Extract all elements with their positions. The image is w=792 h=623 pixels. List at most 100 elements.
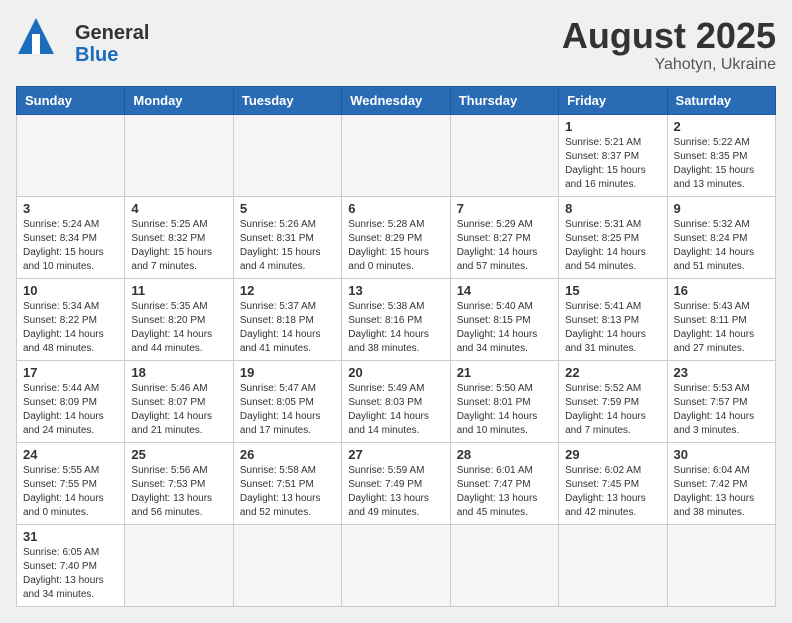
- day-info: Sunrise: 5:31 AM Sunset: 8:25 PM Dayligh…: [565, 218, 660, 274]
- day-number: 11: [131, 283, 226, 298]
- day-info: Sunrise: 5:58 AM Sunset: 7:51 PM Dayligh…: [240, 464, 335, 520]
- day-info: Sunrise: 5:28 AM Sunset: 8:29 PM Dayligh…: [348, 218, 443, 274]
- calendar-day-cell: [233, 114, 341, 196]
- day-number: 5: [240, 201, 335, 216]
- calendar-week-row: 24 Sunrise: 5:55 AM Sunset: 7:55 PM Dayli…: [17, 442, 776, 524]
- day-number: 27: [348, 447, 443, 462]
- day-number: 19: [240, 365, 335, 380]
- logo-blue-text: Blue: [75, 44, 149, 66]
- weekday-header-monday: Monday: [125, 86, 233, 114]
- calendar-week-row: 1Sunrise: 5:21 AM Sunset: 8:37 PM Daylig…: [17, 114, 776, 196]
- day-info: Sunrise: 5:25 AM Sunset: 8:32 PM Dayligh…: [131, 218, 226, 274]
- calendar-day-cell: 28Sunrise: 6:01 AM Sunset: 7:47 PM Dayli…: [450, 442, 558, 524]
- day-info: Sunrise: 6:01 AM Sunset: 7:47 PM Dayligh…: [457, 464, 552, 520]
- day-info: Sunrise: 5:26 AM Sunset: 8:31 PM Dayligh…: [240, 218, 335, 274]
- day-info: Sunrise: 5:55 AM Sunset: 7:55 PM Dayligh…: [23, 464, 118, 520]
- calendar-day-cell: 31Sunrise: 6:05 AM Sunset: 7:40 PM Dayli…: [17, 524, 125, 606]
- weekday-header-wednesday: Wednesday: [342, 86, 450, 114]
- calendar-day-cell: 22Sunrise: 5:52 AM Sunset: 7:59 PM Dayli…: [559, 360, 667, 442]
- weekday-header-thursday: Thursday: [450, 86, 558, 114]
- day-info: Sunrise: 5:53 AM Sunset: 7:57 PM Dayligh…: [674, 382, 769, 438]
- calendar-day-cell: 24 Sunrise: 5:55 AM Sunset: 7:55 PM Dayli…: [17, 442, 125, 524]
- location-subtitle: Yahotyn, Ukraine: [562, 56, 776, 74]
- calendar-day-cell: [342, 524, 450, 606]
- calendar-table: SundayMondayTuesdayWednesdayThursdayFrid…: [16, 86, 776, 607]
- day-info: Sunrise: 5:59 AM Sunset: 7:49 PM Dayligh…: [348, 464, 443, 520]
- day-info: Sunrise: 5:29 AM Sunset: 8:27 PM Dayligh…: [457, 218, 552, 274]
- weekday-header-friday: Friday: [559, 86, 667, 114]
- calendar-day-cell: 5 Sunrise: 5:26 AM Sunset: 8:31 PM Daylig…: [233, 196, 341, 278]
- day-info: Sunrise: 5:56 AM Sunset: 7:53 PM Dayligh…: [131, 464, 226, 520]
- day-number: 21: [457, 365, 552, 380]
- day-number: 22: [565, 365, 660, 380]
- day-info: Sunrise: 5:47 AM Sunset: 8:05 PM Dayligh…: [240, 382, 335, 438]
- calendar-day-cell: 4 Sunrise: 5:25 AM Sunset: 8:32 PM Daylig…: [125, 196, 233, 278]
- day-number: 8: [565, 201, 660, 216]
- day-info: Sunrise: 5:34 AM Sunset: 8:22 PM Dayligh…: [23, 300, 118, 356]
- title-block: August 2025 Yahotyn, Ukraine: [562, 16, 776, 74]
- day-number: 30: [674, 447, 769, 462]
- calendar-day-cell: 16 Sunrise: 5:43 AM Sunset: 8:11 PM Dayli…: [667, 278, 775, 360]
- logo: General Blue: [16, 16, 149, 71]
- day-number: 24: [23, 447, 118, 462]
- calendar-day-cell: [450, 114, 558, 196]
- day-number: 7: [457, 201, 552, 216]
- day-number: 20: [348, 365, 443, 380]
- day-number: 18: [131, 365, 226, 380]
- calendar-day-cell: 10 Sunrise: 5:34 AM Sunset: 8:22 PM Dayli…: [17, 278, 125, 360]
- calendar-day-cell: 17 Sunrise: 5:44 AM Sunset: 8:09 PM Dayli…: [17, 360, 125, 442]
- calendar-week-row: 31Sunrise: 6:05 AM Sunset: 7:40 PM Dayli…: [17, 524, 776, 606]
- calendar-day-cell: 15Sunrise: 5:41 AM Sunset: 8:13 PM Dayli…: [559, 278, 667, 360]
- day-info: Sunrise: 5:41 AM Sunset: 8:13 PM Dayligh…: [565, 300, 660, 356]
- day-number: 9: [674, 201, 769, 216]
- day-info: Sunrise: 5:38 AM Sunset: 8:16 PM Dayligh…: [348, 300, 443, 356]
- day-info: Sunrise: 5:49 AM Sunset: 8:03 PM Dayligh…: [348, 382, 443, 438]
- calendar-day-cell: 26Sunrise: 5:58 AM Sunset: 7:51 PM Dayli…: [233, 442, 341, 524]
- calendar-day-cell: 23 Sunrise: 5:53 AM Sunset: 7:57 PM Dayli…: [667, 360, 775, 442]
- calendar-day-cell: [17, 114, 125, 196]
- calendar-day-cell: 11 Sunrise: 5:35 AM Sunset: 8:20 PM Dayli…: [125, 278, 233, 360]
- calendar-week-row: 3Sunrise: 5:24 AM Sunset: 8:34 PM Daylig…: [17, 196, 776, 278]
- day-number: 10: [23, 283, 118, 298]
- logo-triangle-icon: [16, 16, 71, 71]
- day-number: 16: [674, 283, 769, 298]
- calendar-day-cell: 18Sunrise: 5:46 AM Sunset: 8:07 PM Dayli…: [125, 360, 233, 442]
- calendar-day-cell: 21Sunrise: 5:50 AM Sunset: 8:01 PM Dayli…: [450, 360, 558, 442]
- calendar-day-cell: [450, 524, 558, 606]
- day-info: Sunrise: 6:02 AM Sunset: 7:45 PM Dayligh…: [565, 464, 660, 520]
- day-info: Sunrise: 5:35 AM Sunset: 8:20 PM Dayligh…: [131, 300, 226, 356]
- calendar-day-cell: 30Sunrise: 6:04 AM Sunset: 7:42 PM Dayli…: [667, 442, 775, 524]
- calendar-day-cell: 29 Sunrise: 6:02 AM Sunset: 7:45 PM Dayli…: [559, 442, 667, 524]
- day-info: Sunrise: 5:44 AM Sunset: 8:09 PM Dayligh…: [23, 382, 118, 438]
- day-info: Sunrise: 5:21 AM Sunset: 8:37 PM Dayligh…: [565, 136, 660, 192]
- calendar-day-cell: [125, 114, 233, 196]
- calendar-day-cell: 1Sunrise: 5:21 AM Sunset: 8:37 PM Daylig…: [559, 114, 667, 196]
- day-info: Sunrise: 6:05 AM Sunset: 7:40 PM Dayligh…: [23, 546, 118, 602]
- calendar-day-cell: 3Sunrise: 5:24 AM Sunset: 8:34 PM Daylig…: [17, 196, 125, 278]
- day-number: 17: [23, 365, 118, 380]
- calendar-day-cell: [342, 114, 450, 196]
- calendar-day-cell: [125, 524, 233, 606]
- calendar-day-cell: [233, 524, 341, 606]
- weekday-header-tuesday: Tuesday: [233, 86, 341, 114]
- calendar-day-cell: 25 Sunrise: 5:56 AM Sunset: 7:53 PM Dayli…: [125, 442, 233, 524]
- day-info: Sunrise: 5:22 AM Sunset: 8:35 PM Dayligh…: [674, 136, 769, 192]
- day-number: 29: [565, 447, 660, 462]
- day-number: 4: [131, 201, 226, 216]
- page-header: General Blue August 2025 Yahotyn, Ukrain…: [16, 16, 776, 74]
- calendar-week-row: 10 Sunrise: 5:34 AM Sunset: 8:22 PM Dayli…: [17, 278, 776, 360]
- calendar-day-cell: 12Sunrise: 5:37 AM Sunset: 8:18 PM Dayli…: [233, 278, 341, 360]
- day-number: 2: [674, 119, 769, 134]
- logo-general-text: General: [75, 22, 149, 44]
- calendar-day-cell: 7 Sunrise: 5:29 AM Sunset: 8:27 PM Daylig…: [450, 196, 558, 278]
- day-number: 25: [131, 447, 226, 462]
- day-info: Sunrise: 5:43 AM Sunset: 8:11 PM Dayligh…: [674, 300, 769, 356]
- calendar-day-cell: 2 Sunrise: 5:22 AM Sunset: 8:35 PM Daylig…: [667, 114, 775, 196]
- day-number: 23: [674, 365, 769, 380]
- calendar-day-cell: [559, 524, 667, 606]
- calendar-week-row: 17 Sunrise: 5:44 AM Sunset: 8:09 PM Dayli…: [17, 360, 776, 442]
- calendar-day-cell: 27 Sunrise: 5:59 AM Sunset: 7:49 PM Dayli…: [342, 442, 450, 524]
- calendar-day-cell: 8 Sunrise: 5:31 AM Sunset: 8:25 PM Daylig…: [559, 196, 667, 278]
- calendar-day-cell: 20 Sunrise: 5:49 AM Sunset: 8:03 PM Dayli…: [342, 360, 450, 442]
- day-info: Sunrise: 5:37 AM Sunset: 8:18 PM Dayligh…: [240, 300, 335, 356]
